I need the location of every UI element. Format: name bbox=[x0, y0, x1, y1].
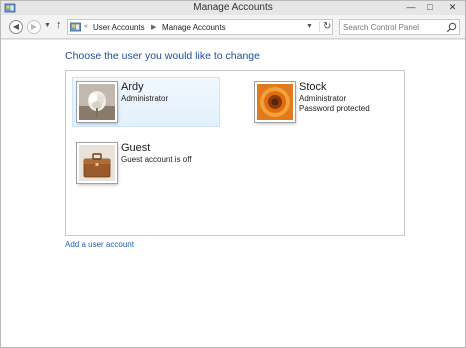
add-user-account-link[interactable]: Add a user account bbox=[65, 240, 134, 249]
window-title: Manage Accounts bbox=[193, 2, 273, 13]
up-arrow-icon[interactable]: ↑ bbox=[56, 19, 62, 31]
search-input[interactable] bbox=[343, 22, 443, 33]
minimize-button[interactable]: — bbox=[402, 1, 420, 14]
user-tile-guest[interactable]: Guest Guest account is off bbox=[72, 138, 220, 188]
main-content: Choose the user you would like to change bbox=[1, 40, 465, 347]
manage-accounts-window: Manage Accounts — □ ✕ ◀ ▶ ▼ ↑ « User Acc… bbox=[0, 0, 466, 348]
user-info: Guest Guest account is off bbox=[121, 142, 192, 165]
user-role: Administrator bbox=[121, 94, 169, 103]
user-list-panel: Ardy Administrator Stock Administrator P… bbox=[65, 70, 405, 236]
overflow-chevron[interactable]: « bbox=[84, 23, 88, 30]
user-password-status: Password protected bbox=[299, 104, 370, 113]
address-bar[interactable]: « User Accounts ▶ Manage Accounts ▼ ↻ bbox=[67, 19, 333, 35]
avatar bbox=[77, 82, 117, 122]
sunflower-picture-icon bbox=[257, 84, 293, 120]
control-panel-icon bbox=[70, 22, 81, 32]
address-dropdown-icon[interactable]: ▼ bbox=[306, 23, 313, 30]
close-button[interactable]: ✕ bbox=[440, 1, 465, 14]
breadcrumb-user-accounts[interactable]: User Accounts bbox=[93, 23, 145, 32]
search-icon[interactable] bbox=[446, 22, 457, 33]
user-role: Administrator bbox=[299, 94, 347, 103]
user-tile-ardy[interactable]: Ardy Administrator bbox=[72, 77, 220, 127]
back-arrow-icon[interactable]: ◀ bbox=[9, 20, 23, 34]
refresh-icon[interactable]: ↻ bbox=[319, 21, 331, 32]
title-bar: Manage Accounts — □ ✕ bbox=[1, 1, 465, 15]
user-info: Ardy Administrator bbox=[121, 81, 168, 104]
page-heading: Choose the user you would like to change bbox=[65, 50, 260, 62]
maximize-button[interactable]: □ bbox=[421, 1, 439, 14]
search-box[interactable] bbox=[339, 19, 460, 35]
user-info: Stock Administrator Password protected bbox=[299, 81, 370, 114]
forward-arrow-icon[interactable]: ▶ bbox=[27, 20, 41, 34]
breadcrumb-manage-accounts[interactable]: Manage Accounts bbox=[162, 23, 226, 32]
avatar bbox=[77, 143, 117, 183]
user-name: Ardy bbox=[121, 81, 144, 93]
flower-picture-icon bbox=[79, 84, 115, 120]
navigation-bar: ◀ ▶ ▼ ↑ « User Accounts ▶ Manage Account… bbox=[1, 15, 465, 39]
guest-briefcase-icon bbox=[79, 145, 115, 181]
user-tile-stock[interactable]: Stock Administrator Password protected bbox=[250, 77, 398, 127]
user-status: Guest account is off bbox=[121, 155, 192, 164]
avatar bbox=[255, 82, 295, 122]
user-name: Stock bbox=[299, 81, 327, 93]
breadcrumb-separator-icon[interactable]: ▶ bbox=[151, 23, 156, 31]
recent-pages-dropdown-icon[interactable]: ▼ bbox=[44, 22, 51, 29]
user-name: Guest bbox=[121, 142, 151, 154]
